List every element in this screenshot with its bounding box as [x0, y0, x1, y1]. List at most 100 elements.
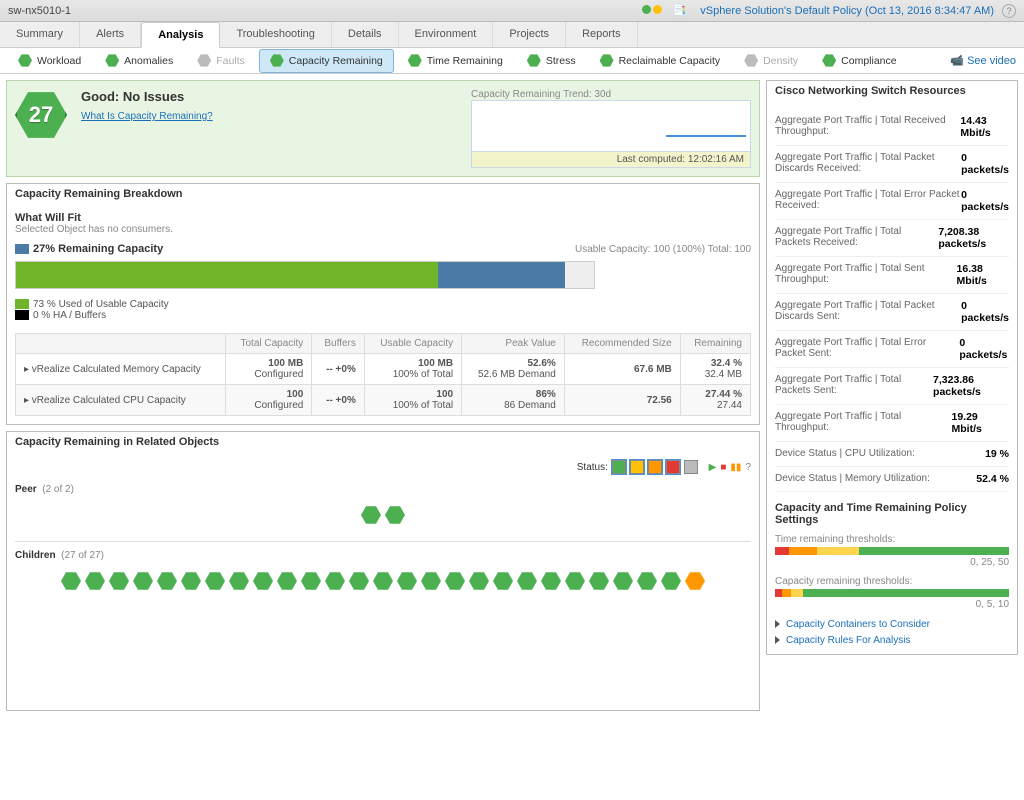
- child-hex[interactable]: [517, 571, 537, 591]
- child-hex[interactable]: [373, 571, 393, 591]
- subtab-reclaimable-capacity[interactable]: Reclaimable Capacity: [590, 50, 731, 72]
- table-row[interactable]: ▸ vRealize Calculated CPU Capacity: [16, 385, 226, 416]
- tab-environment[interactable]: Environment: [399, 22, 494, 47]
- resource-row: Aggregate Port Traffic | Total Received …: [775, 109, 1009, 146]
- hex-icon: [105, 54, 119, 68]
- remaining-label: 27% Remaining Capacity: [33, 243, 163, 255]
- filter-green[interactable]: [612, 460, 626, 474]
- host-name: sw-nx5010-1: [8, 5, 71, 17]
- peer-hex[interactable]: [385, 505, 405, 525]
- tab-summary[interactable]: Summary: [0, 22, 80, 47]
- table-row[interactable]: ▸ vRealize Calculated Memory Capacity: [16, 354, 226, 385]
- subtab-capacity-remaining[interactable]: Capacity Remaining: [259, 49, 394, 73]
- noconsumers-label: Selected Object has no consumers.: [15, 224, 751, 235]
- child-hex[interactable]: [661, 571, 681, 591]
- breakdown-title: Capacity Remaining Breakdown: [15, 188, 751, 200]
- related-title: Capacity Remaining in Related Objects: [15, 436, 751, 448]
- resource-row: Aggregate Port Traffic | Total Packets S…: [775, 368, 1009, 405]
- filter-gray[interactable]: [684, 460, 698, 474]
- child-hex[interactable]: [157, 571, 177, 591]
- whatwillfit-label: What Will Fit: [15, 212, 751, 224]
- peer-label: Peer: [15, 484, 37, 495]
- sub-tabs: WorkloadAnomaliesFaultsCapacity Remainin…: [0, 48, 1024, 74]
- containers-link[interactable]: Capacity Containers to Consider: [786, 619, 930, 630]
- resources-title: Cisco Networking Switch Resources: [775, 85, 1009, 97]
- children-row: [15, 563, 751, 599]
- filter-yellow[interactable]: [630, 460, 644, 474]
- child-hex[interactable]: [541, 571, 561, 591]
- rules-link[interactable]: Capacity Rules For Analysis: [786, 635, 911, 646]
- child-hex[interactable]: [349, 571, 369, 591]
- filter-orange[interactable]: [648, 460, 662, 474]
- tab-details[interactable]: Details: [332, 22, 399, 47]
- child-hex[interactable]: [85, 571, 105, 591]
- breakdown-panel: Capacity Remaining Breakdown What Will F…: [6, 183, 760, 425]
- score-badge: 27: [15, 89, 67, 141]
- title-bar: sw-nx5010-1 📑 vSphere Solution's Default…: [0, 0, 1024, 22]
- child-hex[interactable]: [493, 571, 513, 591]
- resource-row: Aggregate Port Traffic | Total Throughpu…: [775, 405, 1009, 442]
- filter-red[interactable]: [666, 460, 680, 474]
- child-hex[interactable]: [613, 571, 633, 591]
- subtab-time-remaining[interactable]: Time Remaining: [398, 50, 513, 72]
- child-hex[interactable]: [685, 571, 705, 591]
- child-hex[interactable]: [109, 571, 129, 591]
- hex-icon: [197, 54, 211, 68]
- child-hex[interactable]: [325, 571, 345, 591]
- child-hex[interactable]: [637, 571, 657, 591]
- tab-reports[interactable]: Reports: [566, 22, 638, 47]
- subtab-faults: Faults: [187, 50, 255, 72]
- subtab-anomalies[interactable]: Anomalies: [95, 50, 183, 72]
- cap-thresh-label: Capacity remaining thresholds:: [775, 576, 1009, 587]
- usable-label: Usable Capacity: 100 (100%) Total: 100: [575, 244, 751, 255]
- cap-thresh-vals: 0, 5, 10: [775, 599, 1009, 610]
- child-hex[interactable]: [589, 571, 609, 591]
- status-indicators: [641, 5, 663, 17]
- hex-icon: [822, 54, 836, 68]
- resources-panel: Cisco Networking Switch Resources Aggreg…: [766, 80, 1018, 655]
- subtab-workload[interactable]: Workload: [8, 50, 91, 72]
- child-hex[interactable]: [421, 571, 441, 591]
- trend-chart: [471, 100, 751, 152]
- see-video-link[interactable]: 📹 See video: [950, 54, 1016, 67]
- child-hex[interactable]: [565, 571, 585, 591]
- child-hex[interactable]: [229, 571, 249, 591]
- child-hex[interactable]: [205, 571, 225, 591]
- pause-icon[interactable]: ▮▮: [730, 462, 741, 473]
- status-help[interactable]: ?: [745, 462, 751, 473]
- hex-icon: [600, 54, 614, 68]
- subtab-stress[interactable]: Stress: [517, 50, 586, 72]
- child-hex[interactable]: [61, 571, 81, 591]
- child-hex[interactable]: [277, 571, 297, 591]
- child-hex[interactable]: [133, 571, 153, 591]
- stop-icon[interactable]: ■: [720, 462, 726, 473]
- child-hex[interactable]: [397, 571, 417, 591]
- main-tabs: SummaryAlertsAnalysisTroubleshootingDeta…: [0, 22, 1024, 48]
- child-hex[interactable]: [253, 571, 273, 591]
- tab-alerts[interactable]: Alerts: [80, 22, 141, 47]
- child-hex[interactable]: [301, 571, 321, 591]
- bookmark-icon[interactable]: 📑: [673, 4, 687, 17]
- child-hex[interactable]: [181, 571, 201, 591]
- tab-troubleshooting[interactable]: Troubleshooting: [220, 22, 331, 47]
- related-panel: Capacity Remaining in Related Objects St…: [6, 431, 760, 711]
- time-thresh-vals: 0, 25, 50: [775, 557, 1009, 568]
- help-link[interactable]: What Is Capacity Remaining?: [81, 111, 213, 122]
- hex-icon: [18, 54, 32, 68]
- child-hex[interactable]: [445, 571, 465, 591]
- trend-label: Capacity Remaining Trend: 30d: [471, 89, 751, 100]
- resource-row: Aggregate Port Traffic | Total Packet Di…: [775, 294, 1009, 331]
- tab-projects[interactable]: Projects: [493, 22, 566, 47]
- hex-icon: [408, 54, 422, 68]
- tab-analysis[interactable]: Analysis: [141, 22, 220, 48]
- resource-row: Aggregate Port Traffic | Total Error Pac…: [775, 183, 1009, 220]
- cap-thresh-bar: [775, 589, 1009, 597]
- peer-hex[interactable]: [361, 505, 381, 525]
- policy-link[interactable]: vSphere Solution's Default Policy (Oct 1…: [700, 5, 994, 17]
- help-icon[interactable]: ?: [1002, 4, 1016, 18]
- status-label: Status:: [577, 462, 608, 473]
- child-hex[interactable]: [469, 571, 489, 591]
- legend-ha: 0 % HA / Buffers: [33, 310, 106, 321]
- play-icon[interactable]: ▶: [709, 462, 717, 473]
- subtab-compliance[interactable]: Compliance: [812, 50, 906, 72]
